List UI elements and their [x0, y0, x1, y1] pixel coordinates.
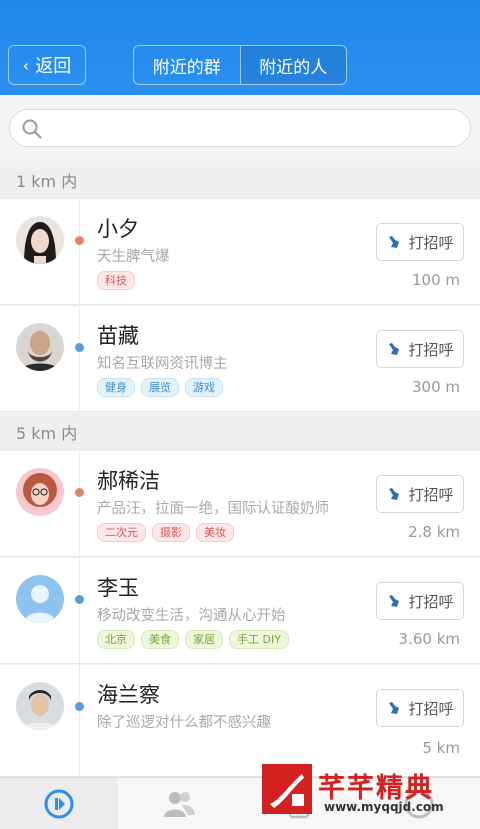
- greet-label: 打招呼: [408, 699, 454, 718]
- list-item[interactable]: 小夕 天生脾气爆 科技 打招呼 100 m: [0, 199, 480, 305]
- male-gender-icon: [75, 595, 84, 604]
- tab-messages[interactable]: [0, 778, 118, 829]
- wave-hand-icon: [389, 236, 400, 248]
- person-name: 海兰察: [97, 683, 160, 707]
- tag-list: 北京 美食 家居 手工 DIY: [97, 630, 289, 649]
- list-item[interactable]: 李玉 移动改变生活，沟通从心开始 北京 美食 家居 手工 DIY 打招呼 3.6…: [0, 558, 480, 664]
- person-signature: 产品汪，拉面一绝，国际认证酸奶师: [97, 501, 329, 517]
- male-gender-icon: [75, 343, 84, 352]
- person-name: 苗藏: [97, 324, 139, 348]
- person-signature: 知名互联网资讯博主: [97, 356, 228, 372]
- row-divider: [79, 451, 80, 557]
- distance-label: 3.60 km: [398, 630, 460, 648]
- section-title: 1 km 内: [16, 172, 78, 191]
- avatar: [16, 682, 64, 730]
- distance-label: 300 m: [411, 378, 460, 396]
- greet-label: 打招呼: [408, 485, 454, 504]
- person-signature: 移动改变生活，沟通从心开始: [97, 608, 286, 624]
- distance-label: 5 km: [422, 739, 460, 757]
- interest-tag: 二次元: [97, 523, 146, 542]
- greet-label: 打招呼: [408, 340, 454, 359]
- contacts-icon: [164, 792, 195, 817]
- person-signature: 除了巡逻对什么都不感兴趣: [97, 715, 271, 731]
- search-area: [0, 95, 480, 161]
- row-divider: [79, 306, 80, 412]
- wave-hand-icon: [389, 702, 400, 714]
- wave-hand-icon: [389, 595, 400, 607]
- interest-tag: 科技: [97, 271, 135, 290]
- avatar: [16, 468, 64, 516]
- interest-tag: 摄影: [152, 523, 190, 542]
- section-header-1km: 1 km 内: [0, 161, 480, 199]
- chat-bubble-icon: [44, 789, 74, 819]
- interest-tag: 美妆: [196, 523, 234, 542]
- greet-button[interactable]: 打招呼: [376, 330, 464, 368]
- greet-label: 打招呼: [408, 233, 454, 252]
- distance-label: 2.8 km: [408, 523, 460, 541]
- person-signature: 天生脾气爆: [97, 249, 170, 265]
- person-name: 李玉: [97, 576, 139, 600]
- section-title: 5 km 内: [16, 424, 78, 443]
- female-gender-icon: [75, 236, 84, 245]
- back-button[interactable]: ‹ 返回: [8, 45, 86, 85]
- list-item[interactable]: 郝稀洁 产品汪，拉面一绝，国际认证酸奶师 二次元 摄影 美妆 打招呼 2.8 k…: [0, 451, 480, 557]
- row-divider: [79, 665, 80, 777]
- distance-label: 100 m: [411, 271, 460, 289]
- row-divider: [79, 199, 80, 305]
- interest-tag: 美食: [141, 630, 179, 649]
- list-item[interactable]: 海兰察 除了巡逻对什么都不感兴趣 打招呼 5 km: [0, 665, 480, 777]
- tab-nearby-groups[interactable]: 附近的群: [134, 46, 240, 84]
- greet-button[interactable]: 打招呼: [376, 689, 464, 727]
- tab-nearby-people[interactable]: 附近的人: [240, 46, 346, 84]
- greet-label: 打招呼: [408, 592, 454, 611]
- back-label: 返回: [35, 56, 72, 77]
- avatar: [16, 575, 64, 623]
- list-item[interactable]: 苗藏 知名互联网资讯博主 健身 展览 游戏 打招呼 300 m: [0, 306, 480, 412]
- row-divider: [79, 558, 80, 664]
- male-gender-icon: [75, 702, 84, 711]
- avatar: [16, 323, 64, 371]
- greet-button[interactable]: 打招呼: [376, 223, 464, 261]
- greet-button[interactable]: 打招呼: [376, 475, 464, 513]
- tag-list: 二次元 摄影 美妆: [97, 523, 234, 542]
- watermark-logo: [262, 764, 312, 814]
- top-nav-bar: ‹ 返回 附近的群 附近的人: [0, 0, 480, 95]
- wave-hand-icon: [389, 488, 400, 500]
- search-input[interactable]: [9, 109, 471, 147]
- interest-tag: 家居: [185, 630, 223, 649]
- watermark: 芊芊精典 www.myqqjd.com: [262, 764, 474, 826]
- interest-tag: 手工 DIY: [229, 630, 289, 649]
- tag-list: 科技: [97, 271, 135, 290]
- watermark-url: www.myqqjd.com: [324, 800, 444, 814]
- interest-tag: 展览: [141, 378, 179, 397]
- wave-hand-icon: [389, 343, 400, 355]
- interest-tag: 游戏: [185, 378, 223, 397]
- female-gender-icon: [75, 488, 84, 497]
- interest-tag: 健身: [97, 378, 135, 397]
- person-name: 小夕: [97, 217, 139, 241]
- section-header-5km: 5 km 内: [0, 413, 480, 451]
- chevron-left-icon: ‹: [22, 55, 30, 75]
- tag-list: 健身 展览 游戏: [97, 378, 223, 397]
- avatar: [16, 216, 64, 264]
- person-name: 郝稀洁: [97, 469, 160, 493]
- greet-button[interactable]: 打招呼: [376, 582, 464, 620]
- interest-tag: 北京: [97, 630, 135, 649]
- search-icon: [22, 119, 42, 139]
- tab-contacts[interactable]: [120, 778, 238, 829]
- segment-control: 附近的群 附近的人: [133, 45, 347, 85]
